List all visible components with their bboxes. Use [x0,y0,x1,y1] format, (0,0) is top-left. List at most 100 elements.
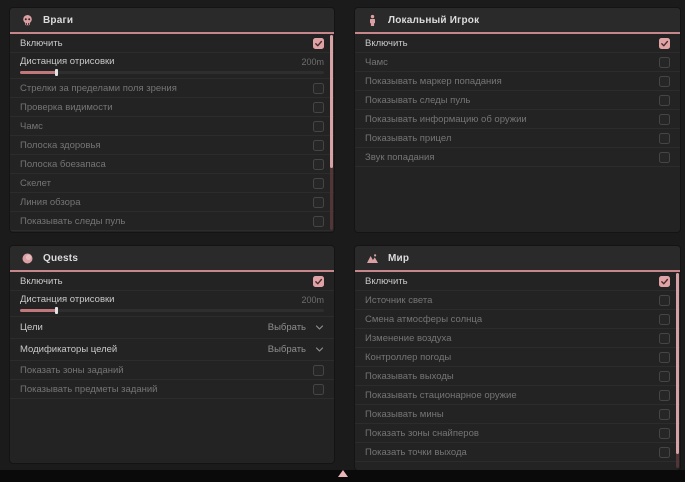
checkbox[interactable] [659,76,670,87]
checkbox[interactable] [313,121,324,132]
panel-title: Враги [43,15,73,26]
checkbox[interactable] [313,140,324,151]
settings-row: Дистанция отрисовки200m [10,53,334,79]
settings-row: Скелет [10,174,334,193]
settings-row: Звук попадания [355,148,680,167]
checkbox[interactable] [659,133,670,144]
panel-header: Мир [355,246,680,272]
checkbox[interactable] [313,197,324,208]
panel-title: Мир [388,253,409,264]
row-label: Показать точки выхода [365,447,467,458]
checkbox[interactable] [659,57,670,68]
checkbox[interactable] [313,102,324,113]
row-label: Скелет [20,178,51,189]
check-icon [660,277,669,286]
player-icon [366,14,379,27]
distance-slider[interactable] [20,308,324,313]
check-icon [314,39,323,48]
row-label: Чамс [365,57,388,68]
settings-row: Показать зоны снайперов [355,424,680,443]
checkbox[interactable] [659,352,670,363]
settings-row: Модификаторы целейВыбрать [10,339,334,361]
checkbox[interactable] [659,314,670,325]
settings-row: Показывать прицел [355,129,680,148]
check-icon [314,277,323,286]
settings-row: ЦелиВыбрать [10,317,334,339]
world-icon [366,252,379,265]
row-label: Дистанция отрисовки [20,294,114,305]
checkbox[interactable] [313,216,324,227]
row-label: Включить [365,38,408,49]
slider-track[interactable] [20,309,324,312]
row-label: Показывать предметы заданий [20,384,157,395]
row-label: Включить [20,276,63,287]
distance-slider[interactable] [20,70,324,75]
panel-enemies: Враги ВключитьДистанция отрисовки200mСтре… [10,8,334,232]
row-label: Показывать прицел [365,133,451,144]
row-label: Показывать мины [365,409,444,420]
row-label: Показывать следы пуль [365,95,470,106]
dropdown[interactable]: Выбрать [268,322,324,333]
row-label: Показывать информацию об оружии [365,114,527,125]
checkbox[interactable] [313,38,324,49]
chevron-down-icon [315,345,324,354]
settings-row: Проверка видимости [10,98,334,117]
panel-header: Quests [10,246,334,272]
checkbox[interactable] [659,276,670,287]
checkbox[interactable] [659,447,670,458]
settings-row: Показать точки выхода [355,443,680,462]
checkbox[interactable] [659,333,670,344]
checkbox[interactable] [659,295,670,306]
row-label: Контроллер погоды [365,352,451,363]
slider-track[interactable] [20,71,324,74]
settings-row: Показывать информацию об оружии [355,110,680,129]
check-icon [660,39,669,48]
slider-fill [20,309,56,312]
row-label: Показывать следы пуль [20,216,125,227]
checkbox[interactable] [313,178,324,189]
row-label: Показывать выходы [365,371,454,382]
checkbox[interactable] [659,428,670,439]
panel-title: Quests [43,253,78,264]
settings-row: Показывать следы пуль [10,212,334,231]
settings-row: Линия обзора [10,193,334,212]
dropdown-value: Выбрать [268,344,306,355]
checkbox[interactable] [313,83,324,94]
checkbox[interactable] [659,390,670,401]
checkbox[interactable] [313,384,324,395]
settings-row: Показывать мины [355,405,680,424]
row-label: Дистанция отрисовки [20,56,114,67]
checkbox[interactable] [659,114,670,125]
scrollbar[interactable] [330,35,333,230]
chevron-down-icon [315,323,324,332]
checkbox[interactable] [659,409,670,420]
checkbox[interactable] [313,365,324,376]
settings-row: Показывать маркер попадания [355,72,680,91]
panel-body: ВключитьИсточник светаСмена атмосферы со… [355,272,680,462]
scrollbar-thumb[interactable] [330,35,333,168]
settings-row: Источник света [355,291,680,310]
row-label: Показать зоны снайперов [365,428,479,439]
mouse-cursor [338,470,348,477]
settings-row: Полоска здоровья [10,136,334,155]
checkbox[interactable] [659,371,670,382]
settings-row: Показывать следы пуль [355,91,680,110]
checkbox[interactable] [659,38,670,49]
panel-header: Локальный Игрок [355,8,680,34]
checkbox[interactable] [313,159,324,170]
settings-row: Чамс [355,53,680,72]
panel-body: ВключитьДистанция отрисовки200mСтрелки з… [10,34,334,231]
slider-fill [20,71,56,74]
settings-row: Включить [355,34,680,53]
quest-icon [21,252,34,265]
dropdown[interactable]: Выбрать [268,344,324,355]
cheat-menu-screen: Враги ВключитьДистанция отрисовки200mСтре… [0,0,685,482]
row-label: Звук попадания [365,152,435,163]
checkbox[interactable] [659,152,670,163]
checkbox[interactable] [313,276,324,287]
scrollbar[interactable] [676,273,679,468]
scrollbar-thumb[interactable] [676,273,679,454]
panel-body: ВключитьДистанция отрисовки200mЦелиВыбра… [10,272,334,399]
checkbox[interactable] [659,95,670,106]
panel-local-player: Локальный Игрок Включить Чамс Показывать ма… [355,8,680,232]
